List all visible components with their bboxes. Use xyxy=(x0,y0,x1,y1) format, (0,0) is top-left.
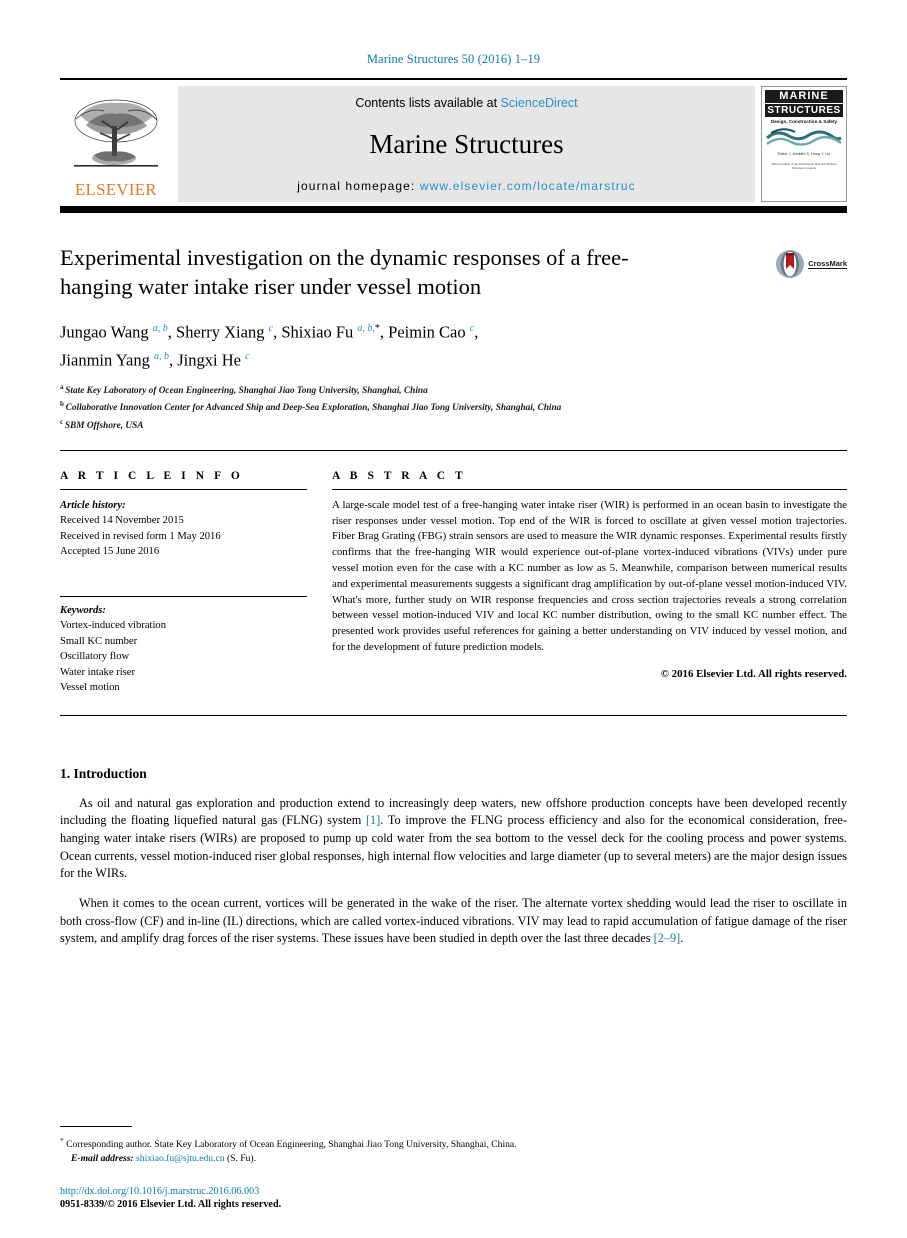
journal-homepage-line: journal homepage: www.elsevier.com/locat… xyxy=(297,179,635,193)
cover-title-line2: STRUCTURES xyxy=(765,104,843,117)
article-history-item: Received in revised form 1 May 2016 xyxy=(60,530,221,542)
journal-cover-thumbnail: MARINE STRUCTURES Design, Construction &… xyxy=(761,86,847,202)
author-affiliation-mark: a, b, xyxy=(357,323,375,334)
keywords-list: Vortex-induced vibration Small KC number O… xyxy=(60,618,307,696)
header-divider xyxy=(60,78,847,80)
article-history-item: Received 14 November 2015 xyxy=(60,515,184,527)
abstract-rule xyxy=(332,488,847,490)
elsevier-wordmark: ELSEVIER xyxy=(75,180,157,199)
crossmark-badge[interactable]: CrossMark xyxy=(775,249,847,279)
author-separator: , xyxy=(379,322,389,342)
info-divider-bottom xyxy=(60,714,847,716)
author-separator: , xyxy=(168,350,178,369)
crossmark-icon xyxy=(776,250,805,278)
keywords-block: Keywords: Vortex-induced vibration Small … xyxy=(60,595,307,696)
introduction-paragraph-1: As oil and natural gas exploration and p… xyxy=(60,795,847,883)
email-suffix: (S. Fu). xyxy=(226,1152,257,1164)
corresponding-author-text: Corresponding author. State Key Laborato… xyxy=(66,1139,517,1150)
author-separator: , xyxy=(167,322,177,342)
citation-2-9[interactable]: [2–9] xyxy=(654,931,681,945)
article-page: Marine Structures 50 (2016) 1–19 ELSEVIE… xyxy=(0,0,907,1238)
article-history-label: Article history: xyxy=(60,499,126,511)
cover-footer-text: Official Journal of the International Sh… xyxy=(771,162,837,170)
para2-text-a: When it comes to the ocean current, vort… xyxy=(60,896,847,946)
email-link[interactable]: shixiao.fu@sjtu.edu.cn xyxy=(136,1153,225,1164)
page-title: Experimental investigation on the dynami… xyxy=(60,245,629,299)
keywords-rule xyxy=(60,595,307,597)
issn-copyright-line: 0951-8339/© 2016 Elsevier Ltd. All right… xyxy=(60,1199,282,1210)
introduction-section: 1. Introduction As oil and natural gas e… xyxy=(60,766,847,948)
sciencedirect-link[interactable]: ScienceDirect xyxy=(501,96,578,110)
article-history-list: Received 14 November 2015 Received in rev… xyxy=(60,513,307,560)
affiliation-line: a State Key Laboratory of Ocean Engineer… xyxy=(60,381,847,398)
doi-link[interactable]: http://dx.doi.org/10.1016/j.marstruc.201… xyxy=(60,1185,847,1198)
title-block: CrossMark Experimental investigation on … xyxy=(60,243,847,433)
author-affiliation-mark: c xyxy=(245,350,250,362)
author-affiliation-mark: a, b xyxy=(152,323,168,334)
abstract-text: A large-scale model test of a free-hangi… xyxy=(332,498,847,654)
masthead-bottom-bar xyxy=(60,206,847,213)
footnote-rule xyxy=(60,1125,132,1127)
contents-prefix: Contents lists available at xyxy=(355,96,498,110)
author-list: Jungao Wang a, b, Sherry Xiang c, Shixia… xyxy=(60,317,740,372)
author-affiliation-mark: a, b xyxy=(153,350,169,362)
keyword-item[interactable]: Vortex-induced vibration xyxy=(60,618,307,634)
citation-1[interactable]: [1] xyxy=(366,813,380,827)
author-name[interactable]: Jungao Wang xyxy=(60,323,153,342)
page-footer: * Corresponding author. State Key Labora… xyxy=(60,1125,847,1212)
cover-title-box: MARINE STRUCTURES xyxy=(765,90,843,118)
info-abstract-row: A R T I C L E I N F O Article history: R… xyxy=(60,470,847,696)
email-note: E-mail address: shixiao.fu@sjtu.edu.cn (… xyxy=(60,1152,847,1166)
affiliation-text: State Key Laboratory of Ocean Engineerin… xyxy=(65,386,428,397)
introduction-heading: 1. Introduction xyxy=(60,765,147,781)
para2-text-b: . xyxy=(680,931,684,946)
article-info-heading: A R T I C L E I N F O xyxy=(60,469,244,482)
article-info-column: A R T I C L E I N F O Article history: R… xyxy=(60,470,307,696)
article-history-item: Accepted 15 June 2016 xyxy=(60,546,160,558)
keyword-item[interactable]: Water intake riser xyxy=(60,665,307,681)
keyword-item[interactable]: Oscillatory flow xyxy=(60,649,307,665)
affiliation-line: c SBM Offshore, USA xyxy=(60,416,847,433)
cover-tagline: Design, Construction & Safety xyxy=(770,119,838,124)
author-name[interactable]: Jingxi He xyxy=(177,350,245,369)
contents-available-line: Contents lists available at ScienceDirec… xyxy=(355,96,577,110)
corresponding-author-note: * Corresponding author. State Key Labora… xyxy=(60,1134,847,1152)
cover-editors: Editor J. Amdahl S. Hong Y. Liu xyxy=(777,152,831,156)
elsevier-tree-icon xyxy=(74,99,158,167)
keywords-label: Keywords: xyxy=(60,604,106,616)
crossmark-label: CrossMark xyxy=(808,259,847,269)
author-name[interactable]: Peimin Cao xyxy=(388,323,470,342)
journal-masthead: ELSEVIER Contents lists available at Sci… xyxy=(60,86,847,202)
running-head: Marine Structures 50 (2016) 1–19 xyxy=(366,52,541,66)
abstract-copyright: © 2016 Elsevier Ltd. All rights reserved… xyxy=(660,667,847,680)
author-separator: , xyxy=(474,322,479,342)
elsevier-logo: ELSEVIER xyxy=(60,86,172,202)
email-label: E-mail address: xyxy=(71,1152,134,1164)
author-name[interactable]: Shixiao Fu xyxy=(281,323,357,342)
author-name[interactable]: Jianmin Yang xyxy=(60,350,154,369)
journal-homepage-link[interactable]: www.elsevier.com/locate/marstruc xyxy=(420,179,636,193)
info-divider-top xyxy=(60,449,847,451)
introduction-paragraph-2: When it comes to the ocean current, vort… xyxy=(60,895,847,948)
affiliation-line: b Collaborative Innovation Center for Ad… xyxy=(60,398,847,415)
keyword-item[interactable]: Small KC number xyxy=(60,634,307,650)
journal-name: Marine Structures xyxy=(369,129,564,159)
cover-title-line1: MARINE xyxy=(765,90,843,103)
abstract-column: A B S T R A C T A large-scale model test… xyxy=(332,470,847,696)
cover-waves-icon xyxy=(765,128,842,146)
affiliation-text: Collaborative Innovation Center for Adva… xyxy=(65,403,562,414)
homepage-prefix: journal homepage: xyxy=(297,179,416,193)
affiliation-text: SBM Offshore, USA xyxy=(64,420,144,431)
article-info-rule xyxy=(60,488,307,490)
affiliation-list: a State Key Laboratory of Ocean Engineer… xyxy=(60,381,847,433)
keyword-item[interactable]: Vessel motion xyxy=(60,680,307,696)
masthead-center-panel: Contents lists available at ScienceDirec… xyxy=(178,86,755,202)
corresponding-author-mark: * xyxy=(60,1135,64,1145)
author-name[interactable]: Sherry Xiang xyxy=(176,323,269,342)
abstract-heading: A B S T R A C T xyxy=(332,469,467,482)
